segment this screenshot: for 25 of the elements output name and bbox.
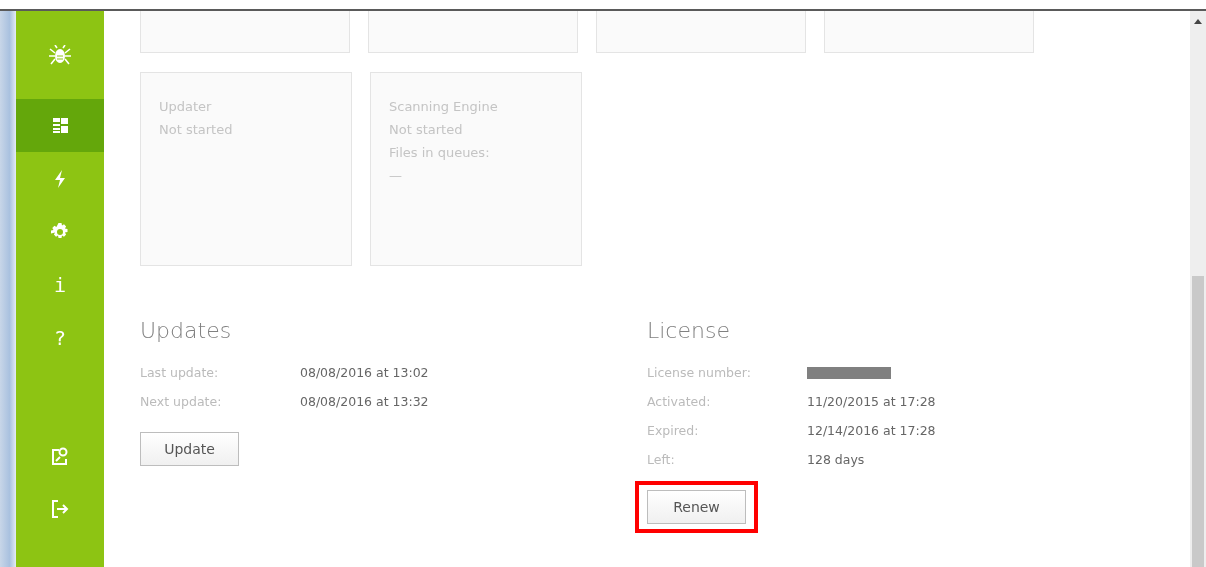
field-label: License number: bbox=[647, 365, 752, 380]
section-title: Updates bbox=[140, 318, 233, 343]
field-value: 08/08/2016 at 13:32 bbox=[300, 394, 429, 409]
field-value: 11/20/2015 at 17:28 bbox=[807, 394, 936, 409]
field-value: 08/08/2016 at 13:02 bbox=[300, 365, 429, 380]
field-label: Expired: bbox=[647, 423, 700, 438]
field-label: Activated: bbox=[647, 394, 712, 409]
field-value: 12/14/2016 at 17:28 bbox=[807, 423, 936, 438]
user-search-icon bbox=[51, 446, 69, 465]
dashboard-icon bbox=[52, 118, 68, 133]
action-button[interactable]: Renew bbox=[647, 490, 746, 524]
lightning-icon bbox=[54, 169, 66, 188]
field-label: Next update: bbox=[140, 394, 223, 409]
field-value: 128 days bbox=[807, 452, 865, 467]
field-label: Last update: bbox=[140, 365, 220, 380]
logout-icon bbox=[51, 499, 69, 518]
sidebar-item[interactable] bbox=[16, 99, 104, 152]
field-label: Left: bbox=[647, 452, 676, 467]
spider-logo-icon bbox=[49, 45, 71, 65]
scroll-up-icon[interactable] bbox=[1194, 19, 1202, 24]
action-button[interactable]: Update bbox=[140, 432, 239, 466]
section-title: License bbox=[647, 318, 731, 343]
card-text: — bbox=[389, 169, 403, 183]
scrollbar[interactable] bbox=[1190, 11, 1206, 567]
settings-icon bbox=[51, 222, 69, 241]
